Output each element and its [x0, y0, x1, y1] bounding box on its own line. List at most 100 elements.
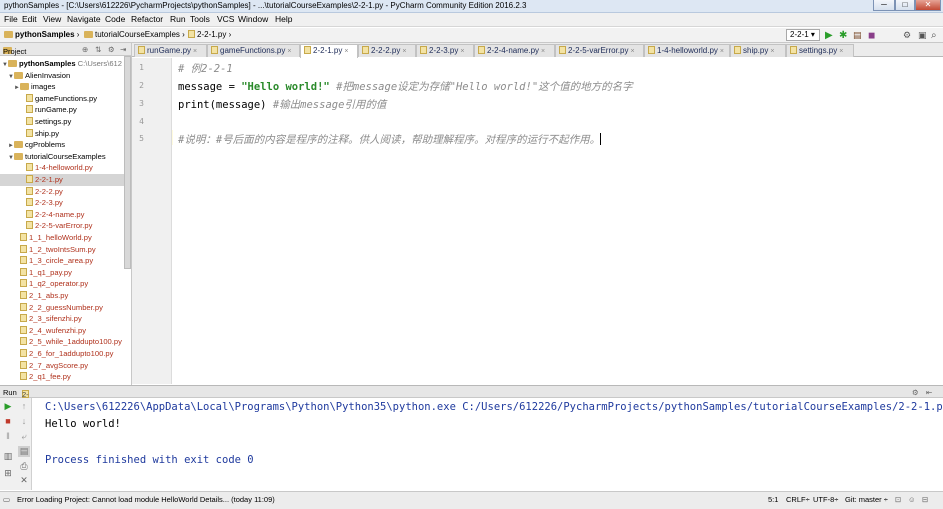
scroll-to-end-icon[interactable]: ▤: [18, 446, 30, 457]
minimize-button[interactable]: ─: [873, 0, 895, 11]
menu-tools[interactable]: Tools: [190, 14, 210, 24]
tree-item-folder[interactable]: ► cgProblems: [8, 139, 131, 151]
debug-icon[interactable]: ✱: [839, 30, 847, 41]
tree-item-file-selected[interactable]: 2-2-1.py: [0, 174, 131, 186]
project-tree-scrollbar[interactable]: [124, 56, 131, 269]
status-message[interactable]: Error Loading Project: Cannot load modul…: [17, 495, 275, 504]
tree-item-file[interactable]: 2_2_guessNumber.py: [20, 302, 131, 314]
tab-2-2-4-name[interactable]: 2-2-4-name.py ×: [474, 44, 555, 57]
menu-edit[interactable]: Edit: [22, 14, 37, 24]
menu-file[interactable]: File: [4, 14, 18, 24]
scroll-up-icon[interactable]: ↑: [18, 401, 30, 411]
menu-window[interactable]: Window: [238, 14, 268, 24]
dump-threads-icon[interactable]: ▥: [2, 451, 14, 462]
code-editor[interactable]: # 例2-2-1 message = "Hello world!" #把mess…: [173, 58, 943, 384]
tree-item-root[interactable]: ▼ pythonSamples C:\Users\612: [2, 58, 126, 70]
close-icon[interactable]: ×: [839, 48, 843, 55]
tree-item-file[interactable]: 1_1_helloWorld.py: [20, 232, 131, 244]
search-icon[interactable]: ⌕: [931, 30, 937, 41]
settings-icon[interactable]: ⚙: [903, 30, 911, 41]
tab-2-2-5-varerror[interactable]: 2-2-5-varError.py ×: [555, 44, 644, 57]
menu-refactor[interactable]: Refactor: [131, 14, 163, 24]
tab-2-2-2[interactable]: 2-2-2.py ×: [358, 44, 416, 57]
tree-item-folder[interactable]: ▼ tutorialCourseExamples: [8, 151, 131, 163]
print-icon[interactable]: ⎙: [18, 461, 30, 472]
tree-item-file[interactable]: 1_q2_operator.py: [20, 278, 131, 290]
tree-item-file[interactable]: 1_3_circle_area.py: [20, 255, 131, 267]
tree-item-file[interactable]: 2_5_while_1addupto100.py: [20, 336, 131, 348]
sync-icon[interactable]: ⊕: [82, 45, 88, 54]
tree-item-file[interactable]: 2_6_for_1addupto100.py: [20, 348, 131, 360]
run-icon[interactable]: ▶: [825, 30, 833, 41]
breadcrumb-folder[interactable]: tutorialCourseExamples ›: [84, 30, 185, 39]
tab-settings[interactable]: settings.py ×: [786, 44, 854, 57]
inspector-icon[interactable]: ☺: [908, 495, 916, 504]
close-icon[interactable]: ×: [402, 48, 406, 55]
tree-item-file[interactable]: 2-2-3.py: [26, 197, 131, 209]
maximize-button[interactable]: □: [895, 0, 915, 11]
status-line-separator[interactable]: CRLF÷: [786, 495, 810, 504]
run-config-select[interactable]: 2-2-1 ▾: [786, 29, 820, 41]
status-encoding[interactable]: UTF-8÷: [813, 495, 838, 504]
hide-icon[interactable]: ⇥: [120, 45, 126, 54]
tree-item-file[interactable]: 2_1_abs.py: [20, 290, 131, 302]
clear-icon[interactable]: ✕: [18, 475, 30, 486]
status-caret-position[interactable]: 5:1: [768, 495, 778, 504]
lock-icon[interactable]: ⊡: [895, 495, 901, 504]
hide-panel-icon[interactable]: ⇤: [926, 388, 932, 397]
tree-item-file[interactable]: 1_q1_pay.py: [20, 267, 131, 279]
breadcrumb-project[interactable]: pythonSamples ›: [4, 30, 79, 39]
close-icon[interactable]: ×: [344, 48, 348, 55]
tree-item-file[interactable]: 1_2_twoIntsSum.py: [20, 244, 131, 256]
tree-item-file[interactable]: 2-2-4-name.py: [26, 209, 131, 221]
event-log-icon[interactable]: ⊟: [922, 495, 928, 504]
menu-run[interactable]: Run: [170, 14, 186, 24]
sdk-icon[interactable]: ▣: [918, 30, 927, 41]
menu-vcs[interactable]: VCS: [217, 14, 234, 24]
scroll-down-icon[interactable]: ↓: [18, 416, 30, 426]
tab-2-2-3[interactable]: 2-2-3.py ×: [416, 44, 474, 57]
collapse-icon[interactable]: ⇅: [95, 45, 101, 54]
close-icon[interactable]: ×: [193, 48, 197, 55]
menu-help[interactable]: Help: [275, 14, 292, 24]
run-console[interactable]: C:\Users\612226\AppData\Local\Programs\P…: [33, 398, 943, 490]
close-icon[interactable]: ×: [630, 48, 634, 55]
tab-rungame[interactable]: runGame.py ×: [134, 44, 207, 57]
menu-view[interactable]: View: [43, 14, 61, 24]
menu-navigate[interactable]: Navigate: [67, 14, 101, 24]
tree-item-folder[interactable]: ► images: [14, 81, 131, 93]
project-view-select[interactable]: Project ▾: [3, 45, 26, 56]
status-vcs-branch[interactable]: Git: master ÷: [845, 495, 888, 504]
tree-item-file[interactable]: 2-2-2.py: [26, 186, 131, 198]
tree-item-file[interactable]: runGame.py: [26, 104, 131, 116]
close-icon[interactable]: ×: [541, 48, 545, 55]
tree-item-file[interactable]: 2-2-5-varError.py: [26, 220, 131, 232]
soft-wrap-icon[interactable]: ⤶: [18, 431, 30, 442]
rerun-icon[interactable]: ▶: [2, 401, 14, 412]
stop-icon[interactable]: ■: [2, 416, 14, 426]
tree-item-file[interactable]: 2_3_sifenzhi.py: [20, 313, 131, 325]
pause-icon[interactable]: ‖: [2, 431, 14, 441]
close-button[interactable]: ✕: [915, 0, 941, 11]
tab-ship[interactable]: ship.py ×: [730, 44, 786, 57]
gear-icon[interactable]: ⚙: [108, 45, 115, 54]
tab-2-2-1[interactable]: 2-2-1.py ×: [300, 44, 358, 58]
profile-icon[interactable]: ◼: [868, 30, 875, 41]
gear-icon[interactable]: ⚙: [912, 388, 919, 397]
tree-item-folder[interactable]: ▼ AlienInvasion: [8, 70, 131, 82]
tree-item-file[interactable]: 2_7_avgScore.py: [20, 360, 131, 372]
tab-1-4-helloworld[interactable]: 1-4-helloworld.py ×: [644, 44, 730, 57]
tree-item-file[interactable]: 1-4-helloworld.py: [26, 162, 131, 174]
status-panel-icon[interactable]: ▭: [3, 495, 10, 504]
tree-item-file[interactable]: gameFunctions.py: [26, 93, 131, 105]
breadcrumb-file[interactable]: 2-2-1.py ›: [188, 30, 231, 39]
close-icon[interactable]: ×: [287, 48, 291, 55]
tab-gamefunctions[interactable]: gameFunctions.py ×: [207, 44, 300, 57]
tree-item-file[interactable]: ship.py: [26, 128, 131, 140]
tree-item-file[interactable]: settings.py: [26, 116, 131, 128]
close-icon[interactable]: ×: [770, 48, 774, 55]
coverage-icon[interactable]: ▤: [853, 30, 862, 41]
menu-code[interactable]: Code: [105, 14, 125, 24]
pin-icon[interactable]: ⊞: [2, 468, 14, 479]
tree-item-file[interactable]: 2_q1_fee.py: [20, 371, 131, 383]
